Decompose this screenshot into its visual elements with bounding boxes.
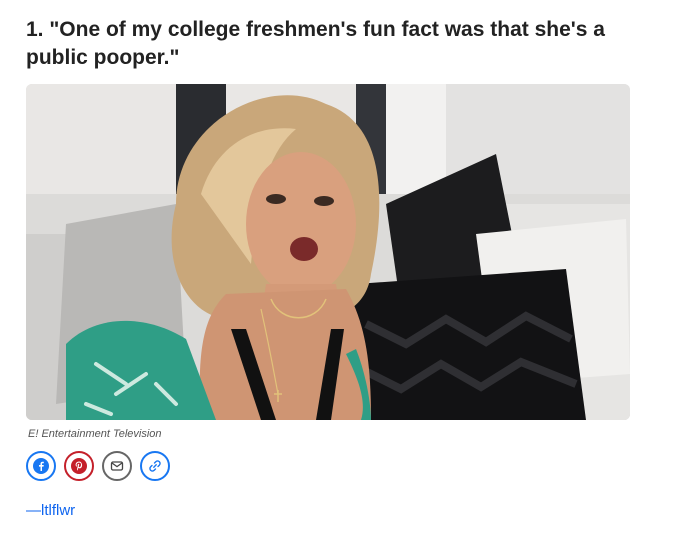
contributor-attribution-link[interactable]: —ltlflwr <box>26 502 75 519</box>
article-image <box>26 84 630 420</box>
share-pinterest-button[interactable] <box>64 451 94 481</box>
item-headline: 1. "One of my college freshmen's fun fac… <box>26 18 605 69</box>
share-bar <box>26 451 170 481</box>
article-item: 1. "One of my college freshmen's fun fac… <box>26 16 636 519</box>
share-facebook-button[interactable] <box>26 451 56 481</box>
share-email-button[interactable] <box>102 451 132 481</box>
envelope-icon <box>110 461 124 471</box>
reaction-gif-image <box>26 84 630 420</box>
pinterest-icon <box>71 458 87 474</box>
image-credit: E! Entertainment Television <box>28 428 162 440</box>
copy-link-button[interactable] <box>140 451 170 481</box>
link-icon <box>149 460 161 472</box>
facebook-icon <box>33 458 49 474</box>
